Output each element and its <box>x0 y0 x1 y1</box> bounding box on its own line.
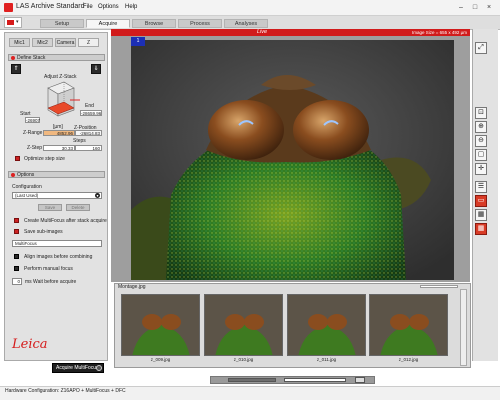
zoom-out-icon[interactable]: ⊖ <box>475 135 487 147</box>
expand-icon[interactable]: ⤢ <box>475 42 487 54</box>
montage-zoom-slider[interactable] <box>420 285 458 288</box>
thumbnail-image <box>370 295 447 355</box>
app-menu-button[interactable]: ▾ <box>4 17 22 28</box>
tab-acquire[interactable]: Acquire <box>86 19 130 28</box>
subtab-mic1[interactable]: Mic1 <box>9 38 30 47</box>
frame-slider[interactable] <box>228 378 276 382</box>
view-badge[interactable]: 1 <box>131 37 145 46</box>
manual-focus-checkbox[interactable] <box>14 266 19 271</box>
zstack-cube-graphic[interactable] <box>40 80 82 120</box>
tab-analyses[interactable]: Analyses <box>224 19 268 28</box>
montage-thumbnail[interactable] <box>287 294 366 356</box>
frame-field[interactable] <box>284 378 346 382</box>
window-title: LAS Archive Standard <box>16 3 85 10</box>
set-end-button[interactable]: ⇓ <box>91 64 101 74</box>
thumbnail-image <box>122 295 199 355</box>
montage-title: Montage.jpg <box>118 284 146 290</box>
end-field[interactable]: -28659.96 <box>80 110 102 116</box>
maximize-button[interactable]: □ <box>469 3 481 12</box>
end-label: End <box>85 103 94 109</box>
zoom-in-icon[interactable]: ⊕ <box>475 121 487 133</box>
live-label: Live <box>257 29 268 35</box>
thumbnail-label: z_011.jpg <box>316 357 337 362</box>
align-images-checkbox[interactable] <box>14 254 19 259</box>
define-stack-header[interactable]: Define Stack <box>8 54 105 61</box>
multifocus-name-input[interactable]: MultiFocus <box>12 240 102 247</box>
wait-ms-input[interactable]: 0 <box>12 278 22 285</box>
thumbnail-label: z_009.jpg <box>150 357 171 362</box>
snapshot-icon[interactable] <box>355 377 365 383</box>
tab-setup[interactable]: Setup <box>40 19 84 28</box>
menu-help[interactable]: Help <box>125 4 137 10</box>
arrow-down-icon: ⇓ <box>93 66 99 72</box>
subtab-mic2[interactable]: Mic2 <box>32 38 53 47</box>
create-multifocus-label: Create MultiFocus after stack acquire <box>24 218 107 224</box>
subtab-z[interactable]: Z <box>78 38 99 47</box>
configuration-value: (Last Used) <box>15 193 39 198</box>
configuration-label: Configuration <box>12 184 42 190</box>
subtab-camera[interactable]: Camera <box>55 38 76 47</box>
overlay-icon[interactable]: ▭ <box>475 195 487 207</box>
montage-scrollbar[interactable] <box>460 289 467 366</box>
options-header[interactable]: Options <box>8 171 105 178</box>
montage-thumbnail[interactable] <box>121 294 200 356</box>
menu-file[interactable]: File <box>83 4 93 10</box>
chevron-down-icon: ▾ <box>95 193 100 198</box>
define-stack-title: Define Stack <box>17 55 46 61</box>
thumbnail-label: z_012.jpg <box>398 357 419 362</box>
save-config-button[interactable]: Save <box>38 204 62 211</box>
delete-config-button[interactable]: Delete <box>66 204 90 211</box>
optimize-step-label: Optimize step size <box>24 156 65 162</box>
chevron-down-icon: ▾ <box>16 19 19 25</box>
align-images-label: Align images before combining <box>24 254 93 260</box>
grid-icon[interactable]: ▦ <box>475 209 487 221</box>
arrow-up-icon: ⇑ <box>13 66 19 72</box>
options-title: Options <box>17 172 35 178</box>
image-size-readout: Image Size = 655 x 492 µm <box>412 30 467 35</box>
save-subimages-label: Save sub-images <box>24 229 63 235</box>
tab-browse[interactable]: Browse <box>132 19 176 28</box>
acquire-options-icon[interactable] <box>96 365 102 371</box>
minimize-button[interactable]: – <box>455 3 467 12</box>
list-icon[interactable]: ☰ <box>475 181 487 193</box>
app-icon <box>4 3 13 12</box>
save-subimages-checkbox[interactable] <box>14 229 19 234</box>
manual-focus-label: Perform manual focus <box>24 266 73 272</box>
close-button[interactable]: × <box>483 3 495 12</box>
crosshair-icon[interactable]: ✛ <box>475 163 487 175</box>
menu-options[interactable]: Options <box>98 4 119 10</box>
zoom-actual-icon[interactable]: ▢ <box>475 149 487 161</box>
configuration-select[interactable]: (Last Used) ▾ <box>12 192 102 199</box>
montage-thumbnail[interactable] <box>369 294 448 356</box>
thumbnail-label: z_010.jpg <box>233 357 254 362</box>
thumbnail-image <box>288 295 365 355</box>
thumbnail-image <box>205 295 282 355</box>
zoom-fit-icon[interactable]: ⊡ <box>475 107 487 119</box>
grid-red-icon[interactable]: ▦ <box>475 223 487 235</box>
zposition-field[interactable]: -26814.83 <box>75 130 102 136</box>
zrange-field[interactable]: 4852.96 <box>43 130 75 136</box>
tab-process[interactable]: Process <box>178 19 222 28</box>
montage-thumbnail[interactable] <box>204 294 283 356</box>
steps-field[interactable]: 160 <box>75 145 102 151</box>
zrange-label: Z-Range <box>23 130 43 136</box>
leica-logo: Leica <box>12 337 48 352</box>
collapse-icon <box>11 56 15 60</box>
wait-ms-label: ms Wait before acquire <box>25 279 77 285</box>
specimen-image[interactable] <box>131 40 454 280</box>
zstep-label: Z-Step <box>27 145 43 151</box>
start-field[interactable]: -26907 <box>25 117 40 123</box>
optimize-step-checkbox[interactable] <box>15 156 20 161</box>
status-text: Hardware Configuration: Z16APO + MultiFo… <box>5 388 126 394</box>
steps-label: Steps <box>73 138 86 144</box>
leica-logo-icon <box>7 20 14 25</box>
create-multifocus-checkbox[interactable] <box>14 218 19 223</box>
collapse-icon <box>11 173 15 177</box>
set-start-button[interactable]: ⇑ <box>11 64 21 74</box>
zstep-field[interactable]: 30.33 <box>43 145 75 151</box>
